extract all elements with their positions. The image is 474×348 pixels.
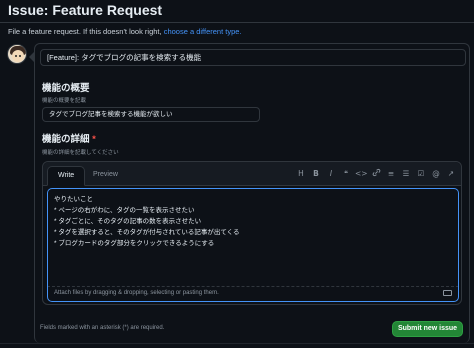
- summary-description: 機能の概要を記載: [42, 98, 87, 104]
- tab-write[interactable]: Write: [47, 166, 86, 186]
- required-asterisk: *: [92, 134, 96, 145]
- details-description: 機能の詳細を記載してください: [42, 150, 119, 156]
- link-icon[interactable]: [370, 168, 382, 180]
- reference-icon[interactable]: ↗: [445, 168, 457, 180]
- code-icon[interactable]: <>: [355, 168, 368, 180]
- page-subtitle: File a feature request. If this doesn't …: [8, 27, 242, 36]
- summary-input[interactable]: タグでブログ記事を検索する機能が欲しい: [42, 107, 260, 122]
- heading-icon[interactable]: H: [295, 168, 307, 180]
- textarea-line: やりたいこと: [54, 196, 93, 203]
- submit-issue-button[interactable]: Submit new issue: [392, 321, 463, 337]
- textarea-line: * ブログカードのタグ部分をクリックできるようにする: [54, 240, 215, 247]
- details-editor: Write Preview H B I ❝ <> ≡ ☰ ☑ @ ↗ やりたいこ…: [42, 161, 462, 305]
- textarea-line: * ページの右がわに、タグの一覧を表示させたい: [54, 207, 195, 214]
- bold-icon[interactable]: B: [310, 168, 322, 180]
- subtitle-text: File a feature request. If this doesn't …: [8, 27, 164, 36]
- bullet-list-icon[interactable]: ☰: [400, 168, 412, 180]
- summary-label: 機能の概要: [42, 83, 90, 94]
- markdown-icon[interactable]: [443, 290, 452, 296]
- page-title: Issue: Feature Request: [8, 2, 163, 18]
- details-label: 機能の詳細 *: [42, 131, 96, 145]
- details-textarea[interactable]: やりたいこと * ページの右がわに、タグの一覧を表示させたい * タグごとに、そ…: [47, 188, 459, 287]
- attach-hint: Attach files by dragging & dropping, sel…: [54, 290, 219, 296]
- tab-preview[interactable]: Preview: [83, 166, 128, 186]
- bottom-divider: [0, 343, 474, 344]
- details-label-text: 機能の詳細: [42, 134, 90, 145]
- mention-icon[interactable]: @: [430, 168, 442, 180]
- issue-title-input[interactable]: [Feature]: タグでブログの記事を検索する機能: [40, 49, 466, 66]
- task-list-icon[interactable]: ☑: [415, 168, 427, 180]
- title-divider: [0, 22, 474, 23]
- textarea-line: * タグを選択すると、そのタグが付与されている記事が出てくる: [54, 229, 240, 236]
- editor-tabs: Write Preview H B I ❝ <> ≡ ☰ ☑ @ ↗: [43, 162, 461, 186]
- textarea-line: * タグごとに、そのタグの記事の数を表示させたい: [54, 218, 202, 225]
- markdown-toolbar: H B I ❝ <> ≡ ☰ ☑ @ ↗: [295, 168, 457, 182]
- required-note: Fields marked with an asterisk (*) are r…: [40, 325, 165, 331]
- numbered-list-icon[interactable]: ≡: [385, 168, 397, 180]
- quote-icon[interactable]: ❝: [340, 168, 352, 180]
- attach-files-bar[interactable]: Attach files by dragging & dropping, sel…: [47, 286, 459, 302]
- avatar[interactable]: [7, 44, 27, 64]
- choose-different-type-link[interactable]: choose a different type.: [164, 27, 242, 36]
- italic-icon[interactable]: I: [325, 168, 337, 180]
